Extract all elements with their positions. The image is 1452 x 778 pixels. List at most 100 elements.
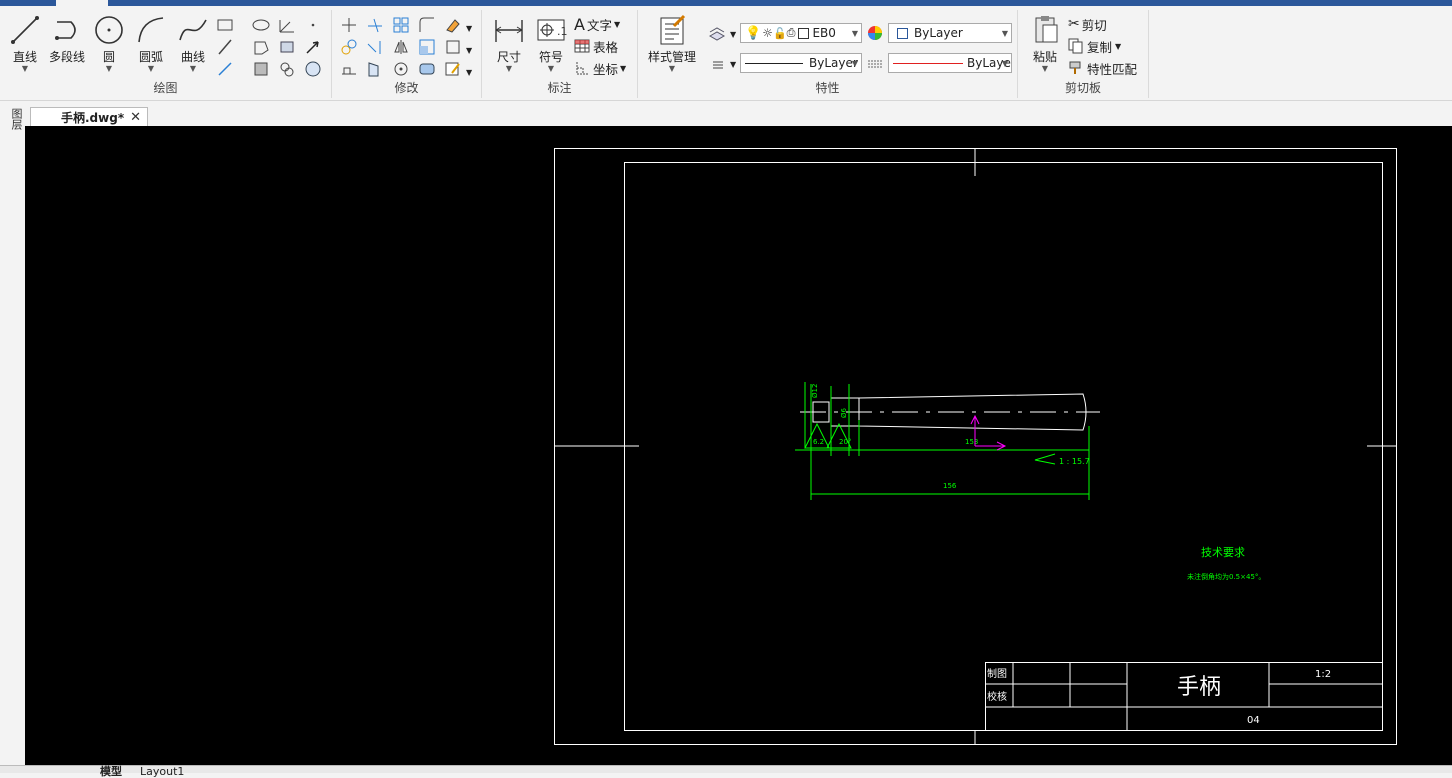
dim-taper-text: 1 : 15.7 bbox=[1059, 457, 1090, 466]
linetype-dropdown[interactable]: ByLayer ▼ bbox=[740, 53, 862, 73]
lineweight-list-icon[interactable] bbox=[710, 55, 728, 73]
spline-label: 曲线 bbox=[180, 50, 205, 64]
chevron-down-icon[interactable]: ▼ bbox=[526, 65, 576, 73]
checked-by-label: 校核 bbox=[987, 690, 1007, 703]
chevron-down-icon[interactable]: ▼ bbox=[730, 24, 736, 44]
hatch-angle-icon[interactable] bbox=[278, 16, 296, 34]
document-tab-bar: 手柄.dwg* ✕ bbox=[0, 101, 1452, 127]
clipboard-group: 粘贴 ▼ ✂ 剪切 复制 ▼ 特性匹配 剪切板 bbox=[1018, 10, 1149, 98]
svg-text:.1: .1 bbox=[557, 25, 567, 38]
document-tab[interactable]: 手柄.dwg* ✕ bbox=[30, 107, 148, 127]
copy-icon bbox=[1068, 38, 1083, 54]
sun-icon: ☼ bbox=[762, 26, 773, 40]
ellipse-icon[interactable] bbox=[252, 16, 270, 34]
spline-icon bbox=[179, 19, 207, 41]
chevron-down-icon: ▼ bbox=[851, 58, 858, 68]
text-icon: A bbox=[574, 14, 585, 34]
cut-label: 剪切 bbox=[1081, 17, 1107, 33]
symbol-button[interactable]: .1 符号 ▼ bbox=[526, 12, 576, 78]
boundary-icon[interactable] bbox=[278, 60, 296, 78]
mirror-icon[interactable] bbox=[392, 38, 410, 56]
join-icon[interactable] bbox=[418, 60, 436, 78]
chevron-down-icon: ▼ bbox=[613, 19, 621, 29]
chevron-down-icon[interactable]: ▼ bbox=[466, 18, 472, 38]
array-icon[interactable] bbox=[392, 16, 410, 34]
draw-group-label: 绘图 bbox=[153, 81, 178, 95]
explode-icon[interactable] bbox=[444, 38, 462, 56]
chevron-down-icon[interactable]: ▼ bbox=[730, 54, 736, 74]
linetype-value: ByLayer bbox=[809, 56, 858, 70]
symbol-label: 符号 bbox=[538, 50, 563, 64]
layer-side-panel[interactable]: 图层 bbox=[0, 108, 24, 158]
dim-center-text: 153 bbox=[965, 438, 978, 446]
symbol-icon: .1 bbox=[537, 19, 567, 41]
extend-icon[interactable] bbox=[366, 38, 384, 56]
chevron-down-icon[interactable]: ▼ bbox=[168, 65, 218, 73]
erase-icon[interactable] bbox=[444, 16, 462, 34]
style-manager-label: 样式管理 bbox=[647, 50, 696, 64]
fillet-icon[interactable] bbox=[418, 16, 436, 34]
drawn-by-label: 制图 bbox=[987, 667, 1007, 680]
style-manager-button[interactable]: 样式管理 ▼ bbox=[644, 12, 700, 78]
color-dropdown[interactable]: ByLayer ▼ bbox=[888, 23, 1012, 43]
circle-icon bbox=[95, 16, 123, 44]
match-properties-button[interactable]: 特性匹配 bbox=[1068, 58, 1137, 78]
text-button[interactable]: A 文字 ▼ bbox=[574, 14, 620, 34]
copy-object-icon[interactable] bbox=[340, 38, 358, 56]
text-label: 文字 bbox=[586, 17, 612, 33]
chevron-down-icon[interactable]: ▼ bbox=[1020, 65, 1070, 73]
layout-tab-bar: 模型 Layout1 bbox=[0, 765, 1452, 777]
chevron-down-icon[interactable]: ▼ bbox=[466, 40, 472, 60]
layout1-tab[interactable]: Layout1 bbox=[140, 766, 184, 777]
properties-group-label: 特性 bbox=[815, 81, 840, 95]
offset-icon[interactable] bbox=[366, 60, 384, 78]
close-icon[interactable]: ✕ bbox=[130, 110, 141, 125]
scale-text: 1:2 bbox=[1315, 669, 1331, 680]
layer-properties-icon[interactable] bbox=[708, 24, 726, 42]
region-icon[interactable] bbox=[252, 38, 270, 56]
drawing-number-text: 04 bbox=[1247, 715, 1260, 726]
stretch-icon[interactable] bbox=[340, 60, 358, 78]
spline-button[interactable]: 曲线 ▼ bbox=[168, 12, 218, 78]
drawing-canvas[interactable]: Ø12 Ø6 6.2 20° 153 156 1 : 15.7 技术要求 未注倒… bbox=[25, 126, 1452, 765]
lineweight-dropdown[interactable]: ByLaye ▼ bbox=[888, 53, 1012, 73]
paintbrush-icon bbox=[1069, 61, 1081, 74]
donut-icon[interactable] bbox=[304, 60, 322, 78]
copy-label: 复制 bbox=[1087, 39, 1113, 55]
revision-cloud-icon[interactable] bbox=[278, 38, 296, 56]
table-button[interactable]: 表格 bbox=[574, 36, 618, 56]
scale-icon[interactable] bbox=[418, 38, 436, 56]
line-icon bbox=[11, 16, 39, 44]
move-icon[interactable] bbox=[340, 16, 358, 34]
trim-icon[interactable] bbox=[366, 16, 384, 34]
color-wheel-icon[interactable] bbox=[866, 24, 884, 42]
layer-dropdown[interactable]: 💡 ☼ 🔓 ⎙ EB0 ▼ bbox=[740, 23, 862, 43]
layer-value: EB0 bbox=[812, 26, 836, 40]
annotation-group: 尺寸 ▼ .1 符号 ▼ A 文字 ▼ 表格 坐标 ▼ 标注 bbox=[482, 10, 638, 98]
properties-edit-icon[interactable] bbox=[444, 60, 462, 78]
copy-button[interactable]: 复制 ▼ bbox=[1068, 36, 1121, 56]
rotate-icon[interactable] bbox=[392, 60, 410, 78]
properties-group: 样式管理 ▼ ▼ 💡 ☼ 🔓 ⎙ EB0 ▼ ByLayer ▼ ▼ ByLay… bbox=[638, 10, 1018, 98]
rectangle-icon[interactable] bbox=[216, 16, 234, 34]
chevron-down-icon: ▼ bbox=[620, 63, 627, 73]
tech-req-title: 技术要求 bbox=[1201, 546, 1245, 559]
coordinate-button[interactable]: 坐标 ▼ bbox=[574, 58, 626, 78]
tech-req-note: 未注倒角均为0.5×45°。 bbox=[1187, 572, 1265, 581]
chevron-down-icon[interactable]: ▼ bbox=[644, 65, 700, 73]
dim-length-text: 156 bbox=[943, 482, 957, 490]
paste-button[interactable]: 粘贴 ▼ bbox=[1020, 12, 1070, 78]
lineweight-icon[interactable] bbox=[866, 55, 884, 73]
hatch-icon[interactable] bbox=[252, 60, 270, 78]
ribbon: 直线 ▼ 多段线 圆 ▼ 圆弧 ▼ 曲线 ▼ 绘图 ▼ ▼ ▼ 修改 尺寸 ▼ … bbox=[0, 6, 1452, 101]
construction-line-icon[interactable] bbox=[216, 38, 234, 56]
model-tab[interactable]: 模型 bbox=[100, 766, 122, 777]
table-label: 表格 bbox=[593, 39, 619, 55]
ray-icon[interactable] bbox=[216, 60, 234, 78]
cut-button[interactable]: ✂ 剪切 bbox=[1068, 14, 1107, 34]
point-icon[interactable] bbox=[304, 16, 322, 34]
dim-angle-text: 20° bbox=[839, 438, 851, 446]
leader-icon[interactable] bbox=[304, 38, 322, 56]
part-name-text: 手柄 bbox=[1177, 675, 1221, 700]
print-icon: ⎙ bbox=[786, 26, 796, 39]
